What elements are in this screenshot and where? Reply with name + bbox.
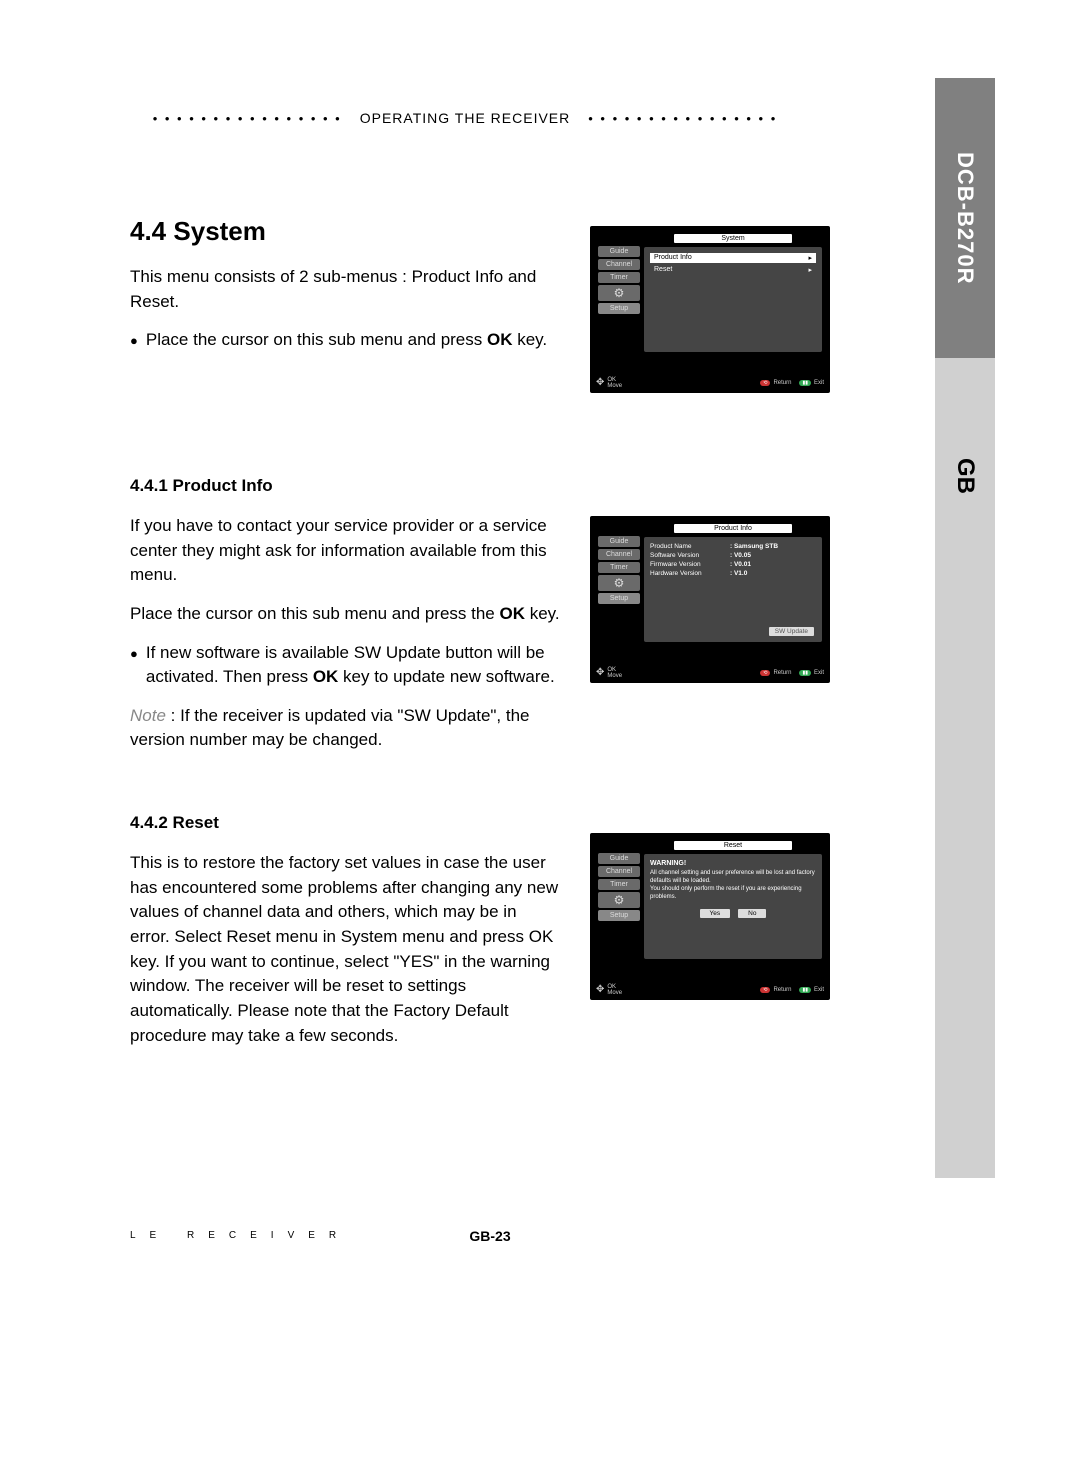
- osd-menu-col: Guide Channel Timer ⚙ Setup: [598, 246, 640, 316]
- header-title: OPERATING THE RECEIVER: [360, 110, 571, 126]
- osd-footer: ✥OKMove ⟲Return ▮▮Exit: [596, 377, 824, 389]
- manual-page: DCB-B270R GB • • • • • • • • • • • • • •…: [0, 0, 1080, 1461]
- running-header: • • • • • • • • • • • • • • • • OPERATIN…: [105, 110, 825, 126]
- yes-button: Yes: [700, 909, 731, 918]
- dot-left-icon: • • • • • • • • • • • • • • • •: [135, 111, 360, 126]
- warning-title: WARNING!: [650, 860, 816, 867]
- page-footer: LE RECEIVER GB-23: [130, 1230, 850, 1241]
- page-number: GB-23: [469, 1228, 510, 1244]
- gear-icon: ⚙: [598, 285, 640, 301]
- osd-title: Reset: [674, 841, 792, 850]
- sw-update-button: SW Update: [769, 627, 814, 636]
- osd-row-reset: Reset: [650, 265, 816, 275]
- lang-label: GB: [951, 458, 979, 494]
- h-reset: 4.4.2 Reset: [130, 813, 850, 833]
- osd-title: System: [674, 234, 792, 243]
- body-column: • • • • • • • • • • • • • • • • OPERATIN…: [130, 110, 850, 1073]
- system-bullet-1: ● Place the cursor on this sub menu and …: [130, 328, 560, 353]
- bullet-icon: ●: [130, 645, 138, 694]
- screenshot-system: Guide Channel Timer ⚙ Setup System Produ…: [590, 226, 830, 393]
- prod-p2: Place the cursor on this sub menu and pr…: [130, 602, 560, 627]
- section-reset: 4.4.2 Reset This is to restore the facto…: [130, 813, 850, 1073]
- bullet-icon: ●: [130, 332, 138, 357]
- dot-right-icon: • • • • • • • • • • • • • • • •: [570, 111, 795, 126]
- screenshot-reset: Guide Channel Timer ⚙ Setup Reset WARNIN…: [590, 833, 830, 1000]
- side-tab: DCB-B270R GB: [935, 78, 995, 1178]
- exit-icon: ▮▮: [799, 380, 811, 386]
- note-label: Note: [130, 706, 166, 725]
- footer-left: LE RECEIVER: [130, 1230, 350, 1241]
- model-tab: DCB-B270R: [935, 78, 995, 358]
- prod-bullet-1: ● If new software is available SW Update…: [130, 641, 560, 690]
- dpad-icon: ✥: [596, 986, 604, 994]
- system-intro: This menu consists of 2 sub-menus : Prod…: [130, 265, 560, 314]
- reset-body: This is to restore the factory set value…: [130, 851, 560, 1048]
- yes-no-row: Yes No: [650, 909, 816, 918]
- warning-body: All channel setting and user preference …: [650, 870, 816, 901]
- prod-note: Note : If the receiver is updated via "S…: [130, 704, 560, 753]
- no-button: No: [738, 909, 766, 918]
- return-icon: ⟲: [760, 380, 770, 386]
- gear-icon: ⚙: [598, 892, 640, 908]
- model-label: DCB-B270R: [952, 152, 978, 284]
- h-product-info: 4.4.1 Product Info: [130, 476, 850, 496]
- dpad-icon: ✥: [596, 669, 604, 677]
- prod-p1: If you have to contact your service prov…: [130, 514, 560, 588]
- osd-title: Product Info: [674, 524, 792, 533]
- dpad-icon: ✥: [596, 379, 604, 387]
- gear-icon: ⚙: [598, 575, 640, 591]
- osd-row-product-info: Product Info: [650, 253, 816, 263]
- section-system: 4.4 System This menu consists of 2 sub-m…: [130, 216, 850, 416]
- screenshot-product-info: Guide Channel Timer ⚙ Setup Product Info…: [590, 516, 830, 683]
- section-product-info: 4.4.1 Product Info If you have to contac…: [130, 476, 850, 753]
- lang-tab: GB: [935, 358, 995, 1178]
